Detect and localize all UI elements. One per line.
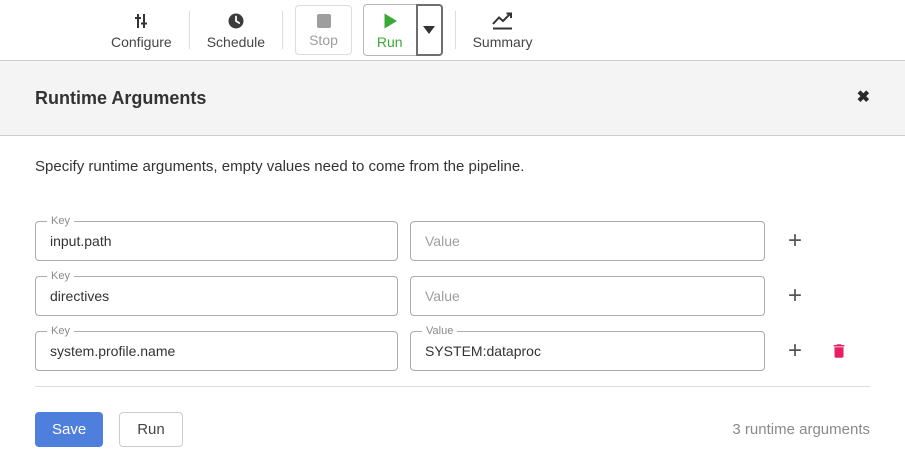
- key-input[interactable]: [36, 233, 397, 249]
- add-row-button[interactable]: +: [784, 229, 806, 253]
- runtime-arg-row: Key +: [35, 221, 870, 261]
- toolbar-divider: [189, 11, 190, 49]
- summary-button[interactable]: Summary: [459, 11, 547, 49]
- delete-row-button[interactable]: [830, 341, 848, 361]
- schedule-label: Schedule: [207, 35, 265, 49]
- add-row-button[interactable]: +: [784, 284, 806, 308]
- configure-button[interactable]: Configure: [97, 11, 186, 49]
- close-icon[interactable]: ✖: [857, 90, 870, 106]
- toolbar-divider: [455, 11, 456, 49]
- value-input[interactable]: [411, 233, 764, 249]
- runtime-arg-row: Key Value +: [35, 331, 870, 371]
- pipeline-toolbar: Configure Schedule Stop Run: [0, 0, 905, 60]
- value-field: [410, 221, 765, 261]
- key-field-label: Key: [47, 215, 74, 227]
- chart-icon: [491, 11, 515, 31]
- stop-button[interactable]: Stop: [295, 5, 352, 55]
- key-field: Key: [35, 331, 398, 371]
- dialog-footer: Save Run 3 runtime arguments: [0, 412, 905, 447]
- value-field-label: Value: [422, 325, 457, 337]
- footer-divider: [35, 386, 870, 387]
- key-field: Key: [35, 221, 398, 261]
- chevron-down-icon: [423, 26, 435, 34]
- key-field: Key: [35, 276, 398, 316]
- value-input[interactable]: [411, 288, 764, 304]
- runtime-args-count: 3 runtime arguments: [732, 421, 870, 438]
- stop-label: Stop: [309, 33, 338, 47]
- dialog-header: Runtime Arguments ✖: [0, 60, 905, 136]
- value-field: [410, 276, 765, 316]
- stop-square-icon: [316, 13, 332, 29]
- run-dropdown-button[interactable]: [416, 4, 443, 56]
- run-split-button: Run: [363, 4, 443, 56]
- schedule-button[interactable]: Schedule: [193, 11, 279, 49]
- key-field-label: Key: [47, 270, 74, 282]
- run-label: Run: [377, 35, 403, 49]
- runtime-args-list: Key + Key + Key Value +: [35, 221, 870, 371]
- key-field-label: Key: [47, 325, 74, 337]
- add-row-button[interactable]: +: [784, 339, 806, 363]
- trash-icon: [830, 341, 848, 361]
- dialog-description: Specify runtime arguments, empty values …: [35, 158, 870, 175]
- clock-icon: [226, 11, 246, 31]
- toolbar-divider: [282, 11, 283, 49]
- sliders-icon: [131, 11, 151, 31]
- run-button[interactable]: Run: [363, 4, 417, 56]
- runtime-arg-row: Key +: [35, 276, 870, 316]
- summary-label: Summary: [473, 35, 533, 49]
- key-input[interactable]: [36, 288, 397, 304]
- value-input[interactable]: [411, 343, 764, 359]
- key-input[interactable]: [36, 343, 397, 359]
- value-field: Value: [410, 331, 765, 371]
- page-title: Runtime Arguments: [35, 88, 206, 109]
- play-icon: [380, 11, 400, 31]
- save-button[interactable]: Save: [35, 412, 103, 447]
- run-args-button[interactable]: Run: [119, 412, 183, 447]
- configure-label: Configure: [111, 35, 172, 49]
